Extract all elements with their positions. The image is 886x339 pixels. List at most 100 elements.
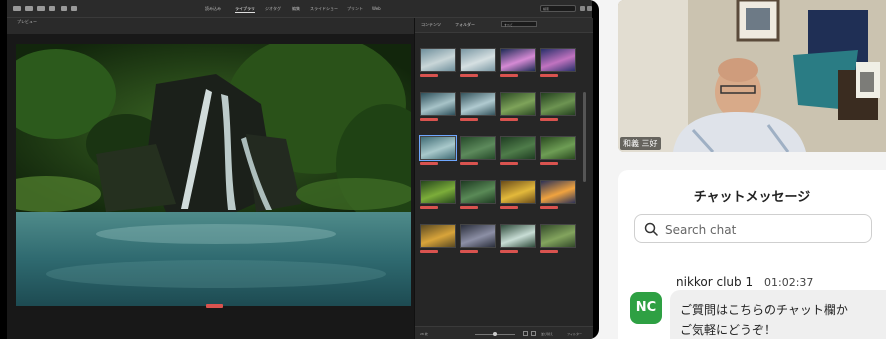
rating-label: [460, 250, 478, 253]
thumbnail-item[interactable]: [418, 90, 458, 126]
rating-label: [540, 250, 558, 253]
thumbnail-item[interactable]: [418, 46, 458, 82]
rating-label: [500, 118, 518, 121]
thumbnail-item[interactable]: [538, 46, 578, 82]
thumbnail-item[interactable]: [458, 46, 498, 82]
preview-toolbar: プレビュー: [7, 18, 414, 34]
editor-top-bar: 読み込み ライブラリ ジオタグ 編集 スライドショー プリント Web 検索: [7, 0, 592, 18]
grid-view-icon[interactable]: [523, 331, 528, 336]
panel-title: コンテンツ: [421, 22, 441, 27]
thumbnail-item[interactable]: [418, 178, 458, 214]
thumbnail-image[interactable]: [500, 92, 536, 116]
undo-icon[interactable]: [61, 6, 67, 11]
message-timestamp: 01:02:37: [764, 276, 814, 289]
thumbnail-scrollbar[interactable]: [583, 92, 586, 182]
rating-label: [420, 250, 438, 253]
thumbnail-item[interactable]: [538, 178, 578, 214]
filter-label[interactable]: フィルター: [567, 332, 582, 336]
avatar: NC: [630, 292, 662, 324]
thumbnail-count: 28 枚: [420, 332, 428, 336]
chat-title: チャットメッセージ: [693, 190, 811, 205]
message-bubble: ご質問はこちらのチャット欄か ご気軽にどうぞ！: [670, 290, 886, 339]
thumbnail-item[interactable]: [538, 134, 578, 170]
thumbnail-image[interactable]: [500, 224, 536, 248]
rating-label: [460, 118, 478, 121]
filter-select[interactable]: すべて: [501, 21, 537, 27]
chat-search-box[interactable]: [634, 214, 872, 243]
menu-library[interactable]: ライブラリ: [235, 6, 255, 13]
thumbnail-item[interactable]: [538, 90, 578, 126]
thumbnail-image[interactable]: [540, 136, 576, 160]
thumbnail-image[interactable]: [419, 135, 457, 161]
panel-subtitle[interactable]: フォルダー: [455, 22, 475, 28]
thumbnail-item[interactable]: [418, 222, 458, 258]
thumbnail-item[interactable]: [498, 90, 538, 126]
rating-label: [500, 206, 518, 209]
edit-icon[interactable]: [25, 6, 33, 11]
menu-print[interactable]: プリント: [347, 6, 363, 12]
list-view-icon[interactable]: [531, 331, 536, 336]
thumbnail-image[interactable]: [540, 180, 576, 204]
thumbnail-image[interactable]: [460, 180, 496, 204]
thumbnail-item[interactable]: [538, 222, 578, 258]
app-menu-icon[interactable]: [13, 6, 21, 11]
thumbnail-image[interactable]: [460, 224, 496, 248]
thumbnail-item[interactable]: [458, 222, 498, 258]
thumbnail-item[interactable]: [498, 178, 538, 214]
shared-screen: 読み込み ライブラリ ジオタグ 編集 スライドショー プリント Web 検索 プ…: [0, 0, 599, 339]
thumbnail-image[interactable]: [460, 48, 496, 72]
thumbnail-image[interactable]: [420, 92, 456, 116]
main-photo-waterfall[interactable]: [16, 44, 411, 306]
editor-search-field[interactable]: 検索: [540, 5, 576, 12]
thumbnail-item[interactable]: [458, 178, 498, 214]
menu-slideshow[interactable]: スライドショー: [310, 6, 338, 12]
thumbnail-item[interactable]: [498, 46, 538, 82]
participant-video: 和義 三好: [618, 0, 886, 152]
thumbnail-item[interactable]: [458, 134, 498, 170]
thumbnail-image[interactable]: [420, 224, 456, 248]
thumbnail-image[interactable]: [460, 92, 496, 116]
thumbnail-item[interactable]: [498, 222, 538, 258]
rating-label: [460, 74, 478, 77]
thumbnail-image[interactable]: [540, 92, 576, 116]
rating-label: [460, 162, 478, 165]
preview-label: プレビュー: [17, 19, 37, 24]
menu-edit[interactable]: 編集: [292, 6, 300, 12]
chat-search-input[interactable]: [663, 219, 867, 241]
rating-label: [420, 74, 438, 77]
rating-label: [500, 162, 518, 165]
rotate-icon[interactable]: [49, 6, 55, 11]
sort-label[interactable]: 並び替え: [541, 332, 553, 336]
thumbnail-image[interactable]: [500, 136, 536, 160]
view-icon[interactable]: [37, 6, 45, 11]
window-icon[interactable]: [587, 6, 592, 11]
rating-label: [420, 206, 438, 209]
thumbnail-item[interactable]: [498, 134, 538, 170]
thumbnail-image[interactable]: [420, 180, 456, 204]
menu-web[interactable]: Web: [372, 6, 381, 11]
message-sender: nikkor club 1: [676, 275, 754, 289]
rating-label: [460, 206, 478, 209]
participant-name-label: 和義 三好: [620, 137, 661, 150]
thumbnail-image[interactable]: [420, 48, 456, 72]
rating-label: [540, 206, 558, 209]
content-browser-footer: 28 枚 並び替え フィルター: [415, 326, 593, 339]
rating-label: [420, 118, 438, 121]
slider-knob[interactable]: [493, 332, 497, 336]
menu-import[interactable]: 読み込み: [205, 6, 221, 12]
rating-label: [500, 74, 518, 77]
thumbnail-item[interactable]: [418, 134, 458, 170]
rating-label: [540, 118, 558, 121]
thumbnail-image[interactable]: [460, 136, 496, 160]
thumbnail-image[interactable]: [540, 48, 576, 72]
thumbnail-image[interactable]: [500, 48, 536, 72]
message-text-line-2: ご気軽にどうぞ！: [680, 323, 777, 337]
rating-label: [540, 162, 558, 165]
thumbnail-image[interactable]: [540, 224, 576, 248]
settings-icon[interactable]: [580, 6, 585, 11]
thumbnail-item[interactable]: [458, 90, 498, 126]
menu-geotag[interactable]: ジオタグ: [265, 6, 281, 12]
participant-video-image: [618, 0, 886, 152]
redo-icon[interactable]: [71, 6, 77, 11]
thumbnail-image[interactable]: [500, 180, 536, 204]
